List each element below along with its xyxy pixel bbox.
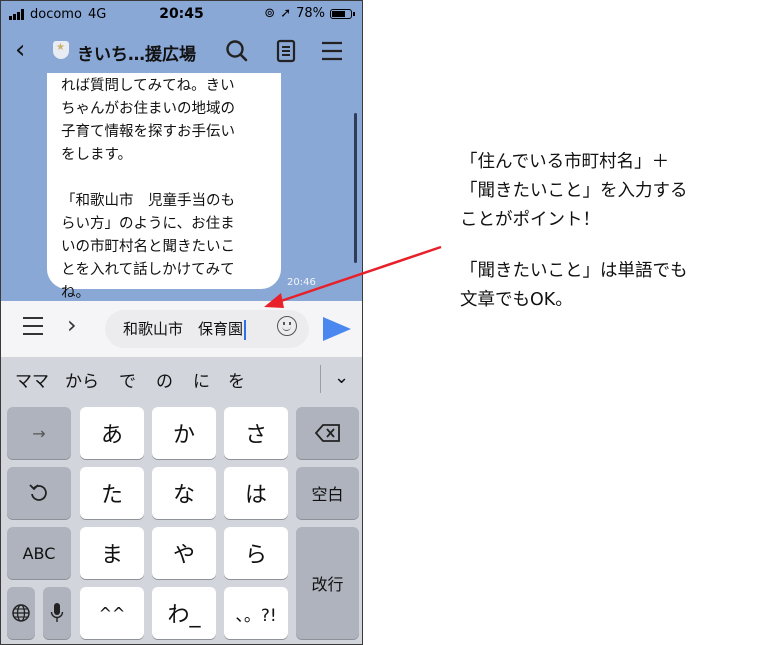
annotation-arrow [264, 245, 442, 308]
